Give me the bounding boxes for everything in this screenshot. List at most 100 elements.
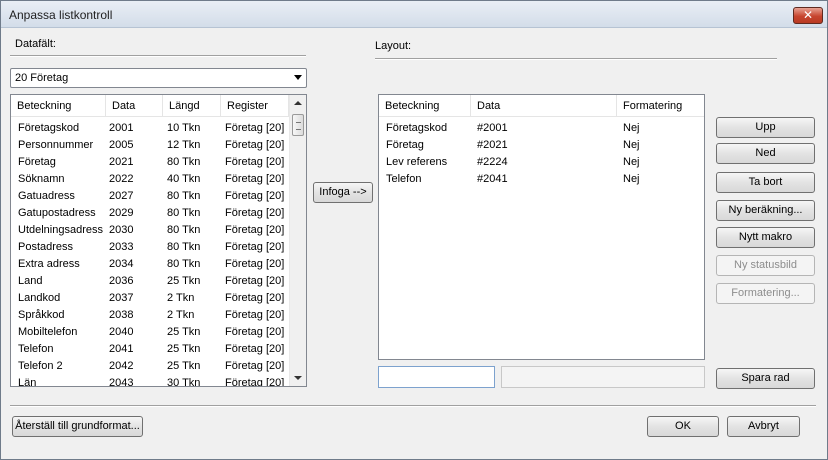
insert-button[interactable]: Infoga --> (313, 182, 373, 203)
row-value-input (501, 366, 705, 388)
datafield-cell: Postadress (18, 241, 74, 253)
datafield-cell: 2037 (109, 292, 134, 304)
register-combo[interactable]: 20 Företag (10, 68, 307, 88)
datafield-cell: 80 Tkn (167, 241, 201, 253)
scroll-thumb[interactable] (292, 114, 304, 136)
cancel-button[interactable]: Avbryt (727, 416, 800, 437)
new-status-image-button: Ny statusbild (716, 255, 815, 276)
formatting-button: Formatering... (716, 283, 815, 304)
datafield-row[interactable]: Personnummer 2005 12 Tkn Företag [20] (11, 138, 306, 155)
layout-column-header-formatering[interactable]: Formatering (617, 95, 704, 117)
layout-row[interactable]: Telefon #2041 Nej (379, 172, 704, 189)
chevron-down-icon[interactable] (294, 75, 302, 80)
datafield-cell: 80 Tkn (167, 207, 201, 219)
title-bar: Anpassa listkontroll ✕ (1, 1, 827, 28)
layout-column-header-data[interactable]: Data (471, 95, 617, 117)
datafield-row[interactable]: Språkkod 2038 2 Tkn Företag [20] (11, 308, 306, 325)
layout-cell: Nej (623, 156, 640, 168)
layout-cell: Nej (623, 139, 640, 151)
datafield-cell: 25 Tkn (167, 275, 201, 287)
datafield-cell: Telefon (18, 343, 54, 355)
datafield-cell: 2005 (109, 139, 134, 151)
layout-row[interactable]: Företagskod #2001 Nej (379, 121, 704, 138)
datafield-cell: Mobiltelefon (18, 326, 78, 338)
datafield-cell: Företag [20] (225, 122, 285, 134)
column-header-register[interactable]: Register (221, 95, 289, 117)
datafield-cell: Personnummer (18, 139, 94, 151)
row-name-input[interactable] (378, 366, 495, 388)
window-title: Anpassa listkontroll (9, 8, 113, 22)
layout-column-header-beteckning[interactable]: Beteckning (379, 95, 471, 117)
datafield-cell: Län (18, 377, 37, 387)
layout-cell: #2041 (477, 173, 508, 185)
reset-default-format-button[interactable]: Återställ till grundformat... (12, 416, 143, 437)
column-header-data[interactable]: Data (106, 95, 163, 117)
datafield-cell: 2043 (109, 377, 134, 387)
datafield-row[interactable]: Landkod 2037 2 Tkn Företag [20] (11, 291, 306, 308)
datafield-row[interactable]: Land 2036 25 Tkn Företag [20] (11, 274, 306, 291)
layout-row[interactable]: Lev referens #2224 Nej (379, 155, 704, 172)
new-calculation-button[interactable]: Ny beräkning... (716, 200, 815, 221)
datafield-cell: Landkod (18, 292, 61, 304)
datafield-cell: Telefon 2 (18, 360, 63, 372)
datafield-cell: 2036 (109, 275, 134, 287)
save-row-button[interactable]: Spara rad (716, 368, 815, 389)
ok-button[interactable]: OK (647, 416, 719, 437)
datafield-row[interactable]: Gatuadress 2027 80 Tkn Företag [20] (11, 189, 306, 206)
layout-row[interactable]: Företag #2021 Nej (379, 138, 704, 155)
register-combo-value: 20 Företag (15, 72, 69, 84)
layout-label: Layout: (375, 40, 412, 52)
datafield-cell: 25 Tkn (167, 326, 201, 338)
datafield-cell: Land (18, 275, 43, 287)
layout-cell: Företagskod (386, 122, 448, 134)
datafield-row[interactable]: Företag 2021 80 Tkn Företag [20] (11, 155, 306, 172)
datafield-row[interactable]: Telefon 2 2042 25 Tkn Företag [20] (11, 359, 306, 376)
down-button[interactable]: Ned (716, 143, 815, 164)
datafield-row[interactable]: Postadress 2033 80 Tkn Företag [20] (11, 240, 306, 257)
datafield-cell: 2030 (109, 224, 134, 236)
datafield-row[interactable]: Län 2043 30 Tkn Företag [20] (11, 376, 306, 387)
datafield-row[interactable]: Mobiltelefon 2040 25 Tkn Företag [20] (11, 325, 306, 342)
datafield-cell: 2040 (109, 326, 134, 338)
scroll-up-icon[interactable] (294, 101, 302, 105)
datafield-scrollbar[interactable] (289, 95, 306, 386)
datafield-cell: Företag (18, 156, 56, 168)
close-button[interactable]: ✕ (793, 7, 823, 24)
layout-list[interactable]: Beteckning Data Formatering Företagskod #… (378, 94, 705, 360)
datafield-row[interactable]: Telefon 2041 25 Tkn Företag [20] (11, 342, 306, 359)
datafield-cell: 25 Tkn (167, 360, 201, 372)
datafield-row[interactable]: Gatupostadress 2029 80 Tkn Företag [20] (11, 206, 306, 223)
datafield-cell: Gatupostadress (18, 207, 96, 219)
datafalt-divider (10, 55, 306, 57)
datafield-cell: 80 Tkn (167, 258, 201, 270)
datafield-row[interactable]: Extra adress 2034 80 Tkn Företag [20] (11, 257, 306, 274)
datafield-cell: 2001 (109, 122, 134, 134)
datafield-cell: Företag [20] (225, 241, 285, 253)
datafield-row[interactable]: Företagskod 2001 10 Tkn Företag [20] (11, 121, 306, 138)
datafield-row[interactable]: Söknamn 2022 40 Tkn Företag [20] (11, 172, 306, 189)
datafield-cell: Gatuadress (18, 190, 75, 202)
column-header-beteckning[interactable]: Beteckning (11, 95, 106, 117)
datafield-cell: Extra adress (18, 258, 80, 270)
datafield-list[interactable]: Beteckning Data Längd Register Företagsk… (10, 94, 307, 387)
datafield-cell: 12 Tkn (167, 139, 201, 151)
datafield-cell: 80 Tkn (167, 156, 201, 168)
datafield-cell: 2034 (109, 258, 134, 270)
layout-cell: #2224 (477, 156, 508, 168)
layout-cell: Företag (386, 139, 424, 151)
datafield-cell: 2022 (109, 173, 134, 185)
datafield-cell: Företagskod (18, 122, 80, 134)
remove-button[interactable]: Ta bort (716, 172, 815, 193)
column-header-langd[interactable]: Längd (163, 95, 221, 117)
layout-cell: Lev referens (386, 156, 448, 168)
datafield-row[interactable]: Utdelningsadress 2030 80 Tkn Företag [20] (11, 223, 306, 240)
datafield-cell: Språkkod (18, 309, 65, 321)
up-button[interactable]: Upp (716, 117, 815, 138)
datafield-cell: Utdelningsadress (18, 224, 103, 236)
datafield-cell: Företag [20] (225, 360, 285, 372)
datafield-cell: Företag [20] (225, 309, 285, 321)
new-macro-button[interactable]: Nytt makro (716, 227, 815, 248)
scroll-down-icon[interactable] (294, 376, 302, 380)
datafield-cell: Söknamn (18, 173, 65, 185)
datafield-cell: Företag [20] (225, 275, 285, 287)
